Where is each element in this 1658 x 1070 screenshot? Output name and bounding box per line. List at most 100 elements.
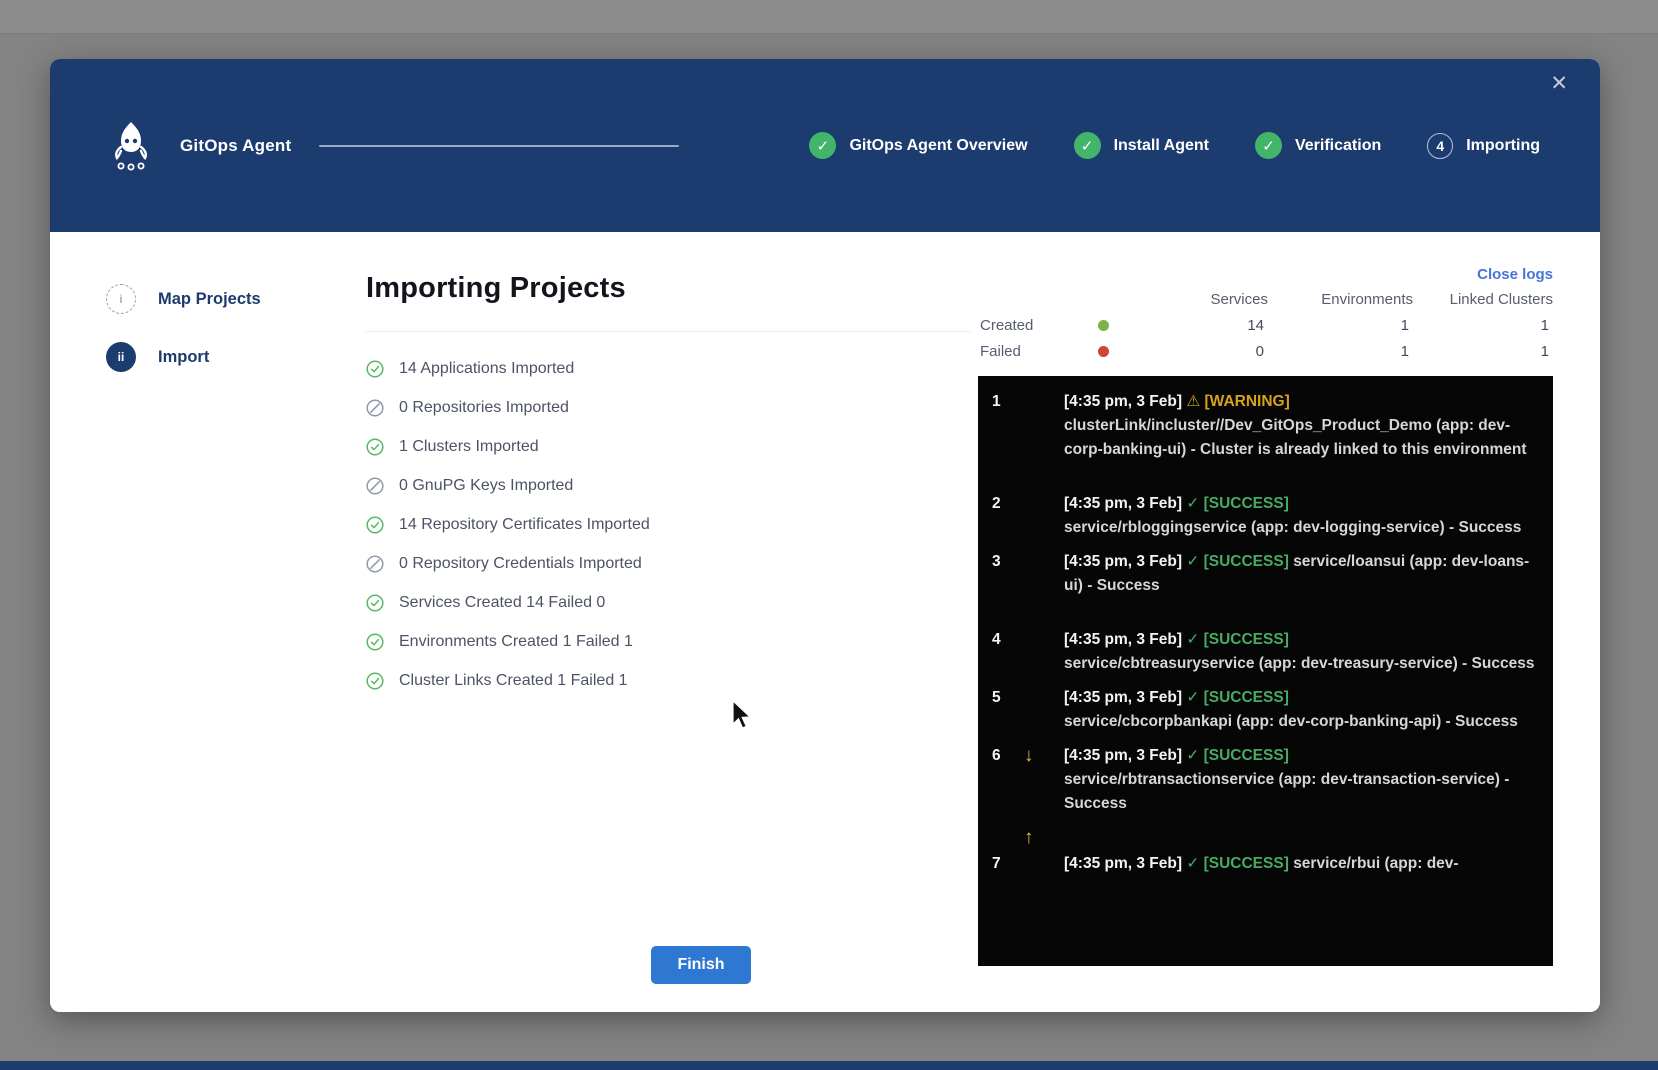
log-timestamp: [4:35 pm, 3 Feb] [1064,393,1182,410]
log-message-text: clusterLink/incluster//Dev_GitOps_Produc… [1064,417,1527,458]
check-circle-icon [366,594,384,612]
log-level-badge: ✓ [SUCCESS] [1186,689,1289,706]
gitops-agent-wizard-modal: GitOps Agent ✓GitOps Agent Overview✓Inst… [50,59,1600,1012]
summary-row-label: Failed [978,343,1068,360]
check-circle-icon [366,672,384,690]
log-timestamp: [4:35 pm, 3 Feb] [1064,553,1182,570]
log-line-number: 2 [978,492,1024,516]
log-line-number: 4 [978,628,1024,652]
log-entry: 1[4:35 pm, 3 Feb] ⚠ [WARNING] clusterLin… [978,390,1553,462]
checklist-item: 14 Repository Certificates Imported [366,514,978,536]
summary-column-header: Linked Clusters [1413,291,1553,308]
finish-button[interactable]: Finish [651,946,751,984]
summary-column-header: Environments [1268,291,1413,308]
checklist-item-text: Cluster Links Created 1 Failed 1 [399,672,628,690]
scroll-up-arrow-icon: ↑ [1024,826,1064,850]
log-message-text: service/rbtransactionservice (app: dev-t… [1064,771,1509,812]
log-message-text: service/rbui (app: dev- [1293,855,1458,872]
check-circle-icon [366,360,384,378]
log-message-text: service/rbloggingservice (app: dev-loggi… [1064,519,1521,536]
summary-value: 1 [1413,317,1553,334]
wizard-step-gitops-agent-overview[interactable]: ✓GitOps Agent Overview [809,132,1027,159]
logs-panel: Close logs ServicesEnvironmentsLinked Cl… [978,232,1600,1012]
log-line-number: 7 [978,852,1024,876]
checklist-item-text: 1 Clusters Imported [399,438,539,456]
log-message: [4:35 pm, 3 Feb] ✓ [SUCCESS]service/rbtr… [1064,744,1553,816]
scroll-down-arrow-icon: ↓ [1024,744,1064,768]
header-divider-line [319,145,679,147]
checklist-item: 0 GnuPG Keys Imported [366,475,978,497]
checklist-item: Services Created 14 Failed 0 [366,592,978,614]
log-line-number: 3 [978,550,1024,574]
log-message: [4:35 pm, 3 Feb] ✓ [SUCCESS]service/rblo… [1064,492,1553,540]
summary-value: 1 [1268,343,1413,360]
summary-value: 1 [1413,343,1553,360]
log-entry: 7 [4:35 pm, 3 Feb] ✓ [SUCCESS] service/rb… [978,852,1553,876]
wizard-step-verification[interactable]: ✓ Verification [1255,132,1381,159]
log-entry: 6↓[4:35 pm, 3 Feb] ✓ [SUCCESS]service/rb… [978,744,1553,816]
sidebar-item-import[interactable]: iiImport [106,342,366,372]
checklist-item-text: 14 Repository Certificates Imported [399,516,650,534]
check-circle-icon [366,438,384,456]
slash-circle-icon [366,555,384,573]
log-scroll-indicator-row: ↑ [978,826,1553,850]
title-divider [366,331,971,332]
sidebar-item-label: Import [158,348,209,367]
log-line-number: 5 [978,686,1024,710]
wizard-sidebar: i Map Projects iiImport [50,232,366,1012]
slash-circle-icon [366,399,384,417]
check-circle-icon [366,516,384,534]
summary-value: 0 [1138,343,1268,360]
log-console: 1[4:35 pm, 3 Feb] ⚠ [WARNING] clusterLin… [978,376,1553,966]
sidebar-item-label: Map Projects [158,290,261,309]
step-complete-check-icon: ✓ [809,132,836,159]
checklist-item: 0 Repository Credentials Imported [366,553,978,575]
log-entry: 5[4:35 pm, 3 Feb] ✓ [SUCCESS]service/cbc… [978,686,1553,734]
close-logs-link[interactable]: Close logs [978,266,1553,283]
step-label: Verification [1295,137,1381,155]
step-label: Importing [1466,137,1540,155]
summary-value: 1 [1268,317,1413,334]
log-timestamp: [4:35 pm, 3 Feb] [1064,855,1182,872]
checklist-item: Cluster Links Created 1 Failed 1 [366,670,978,692]
log-timestamp: [4:35 pm, 3 Feb] [1064,631,1182,648]
log-level-badge: ✓ [SUCCESS] [1186,855,1289,872]
import-summary-table: ServicesEnvironmentsLinked Clusters Creat… [978,291,1553,360]
checklist-item: 0 Repositories Imported [366,397,978,419]
log-level-badge: ✓ [SUCCESS] [1186,495,1289,512]
log-level-badge: ✓ [SUCCESS] [1186,631,1289,648]
sidebar-item-map-projects[interactable]: i Map Projects [106,284,366,314]
step-complete-check-icon: ✓ [1255,132,1282,159]
background-bottom-strip [0,1061,1658,1070]
background-top-band [0,0,1658,34]
log-timestamp: [4:35 pm, 3 Feb] [1064,747,1182,764]
summary-row-label: Created [978,317,1068,334]
log-entry: 4 [4:35 pm, 3 Feb] ✓ [SUCCESS] service/cbt… [978,628,1553,676]
sidebar-step-numeral-icon: i [106,284,136,314]
checklist-item: 14 Applications Imported [366,358,978,380]
log-message: [4:35 pm, 3 Feb] ⚠ [WARNING] clusterLink… [1064,390,1553,462]
checklist-item-text: Environments Created 1 Failed 1 [399,633,633,651]
close-icon[interactable]: ✕ [1550,73,1568,94]
step-label: Install Agent [1114,137,1209,155]
log-message-text: service/cbtreasuryservice (app: dev-trea… [1064,655,1534,672]
log-entry: 2 [4:35 pm, 3 Feb] ✓ [SUCCESS]service/rbl… [978,492,1553,540]
checklist-item-text: 0 GnuPG Keys Imported [399,477,573,495]
wizard-step-importing[interactable]: 4 Importing [1427,133,1540,159]
summary-column-header: Services [1138,291,1268,308]
wizard-body: i Map Projects iiImport Importing Projects… [50,232,1600,1012]
log-level-badge: ✓ [SUCCESS] [1186,553,1289,570]
log-message: [4:35 pm, 3 Feb] ✓ [SUCCESS] service/loa… [1064,550,1553,598]
wizard-steps: ✓GitOps Agent Overview✓Install Agent✓Ver… [809,132,1540,159]
wizard-step-install-agent[interactable]: ✓Install Agent [1074,132,1209,159]
checklist-item: Environments Created 1 Failed 1 [366,631,978,653]
checklist-item-text: 14 Applications Imported [399,360,574,378]
step-number-badge: 4 [1427,133,1453,159]
checklist-item-text: Services Created 14 Failed 0 [399,594,605,612]
check-circle-icon [366,633,384,651]
import-checklist: 14 Applications Imported 0 Repositories I… [366,358,978,692]
status-dot-created [1098,320,1109,331]
import-progress-panel: Importing Projects 14 Applications Impor… [366,232,978,1012]
wizard-title: GitOps Agent [180,136,291,156]
wizard-header: GitOps Agent ✓GitOps Agent Overview✓Inst… [50,59,1600,232]
